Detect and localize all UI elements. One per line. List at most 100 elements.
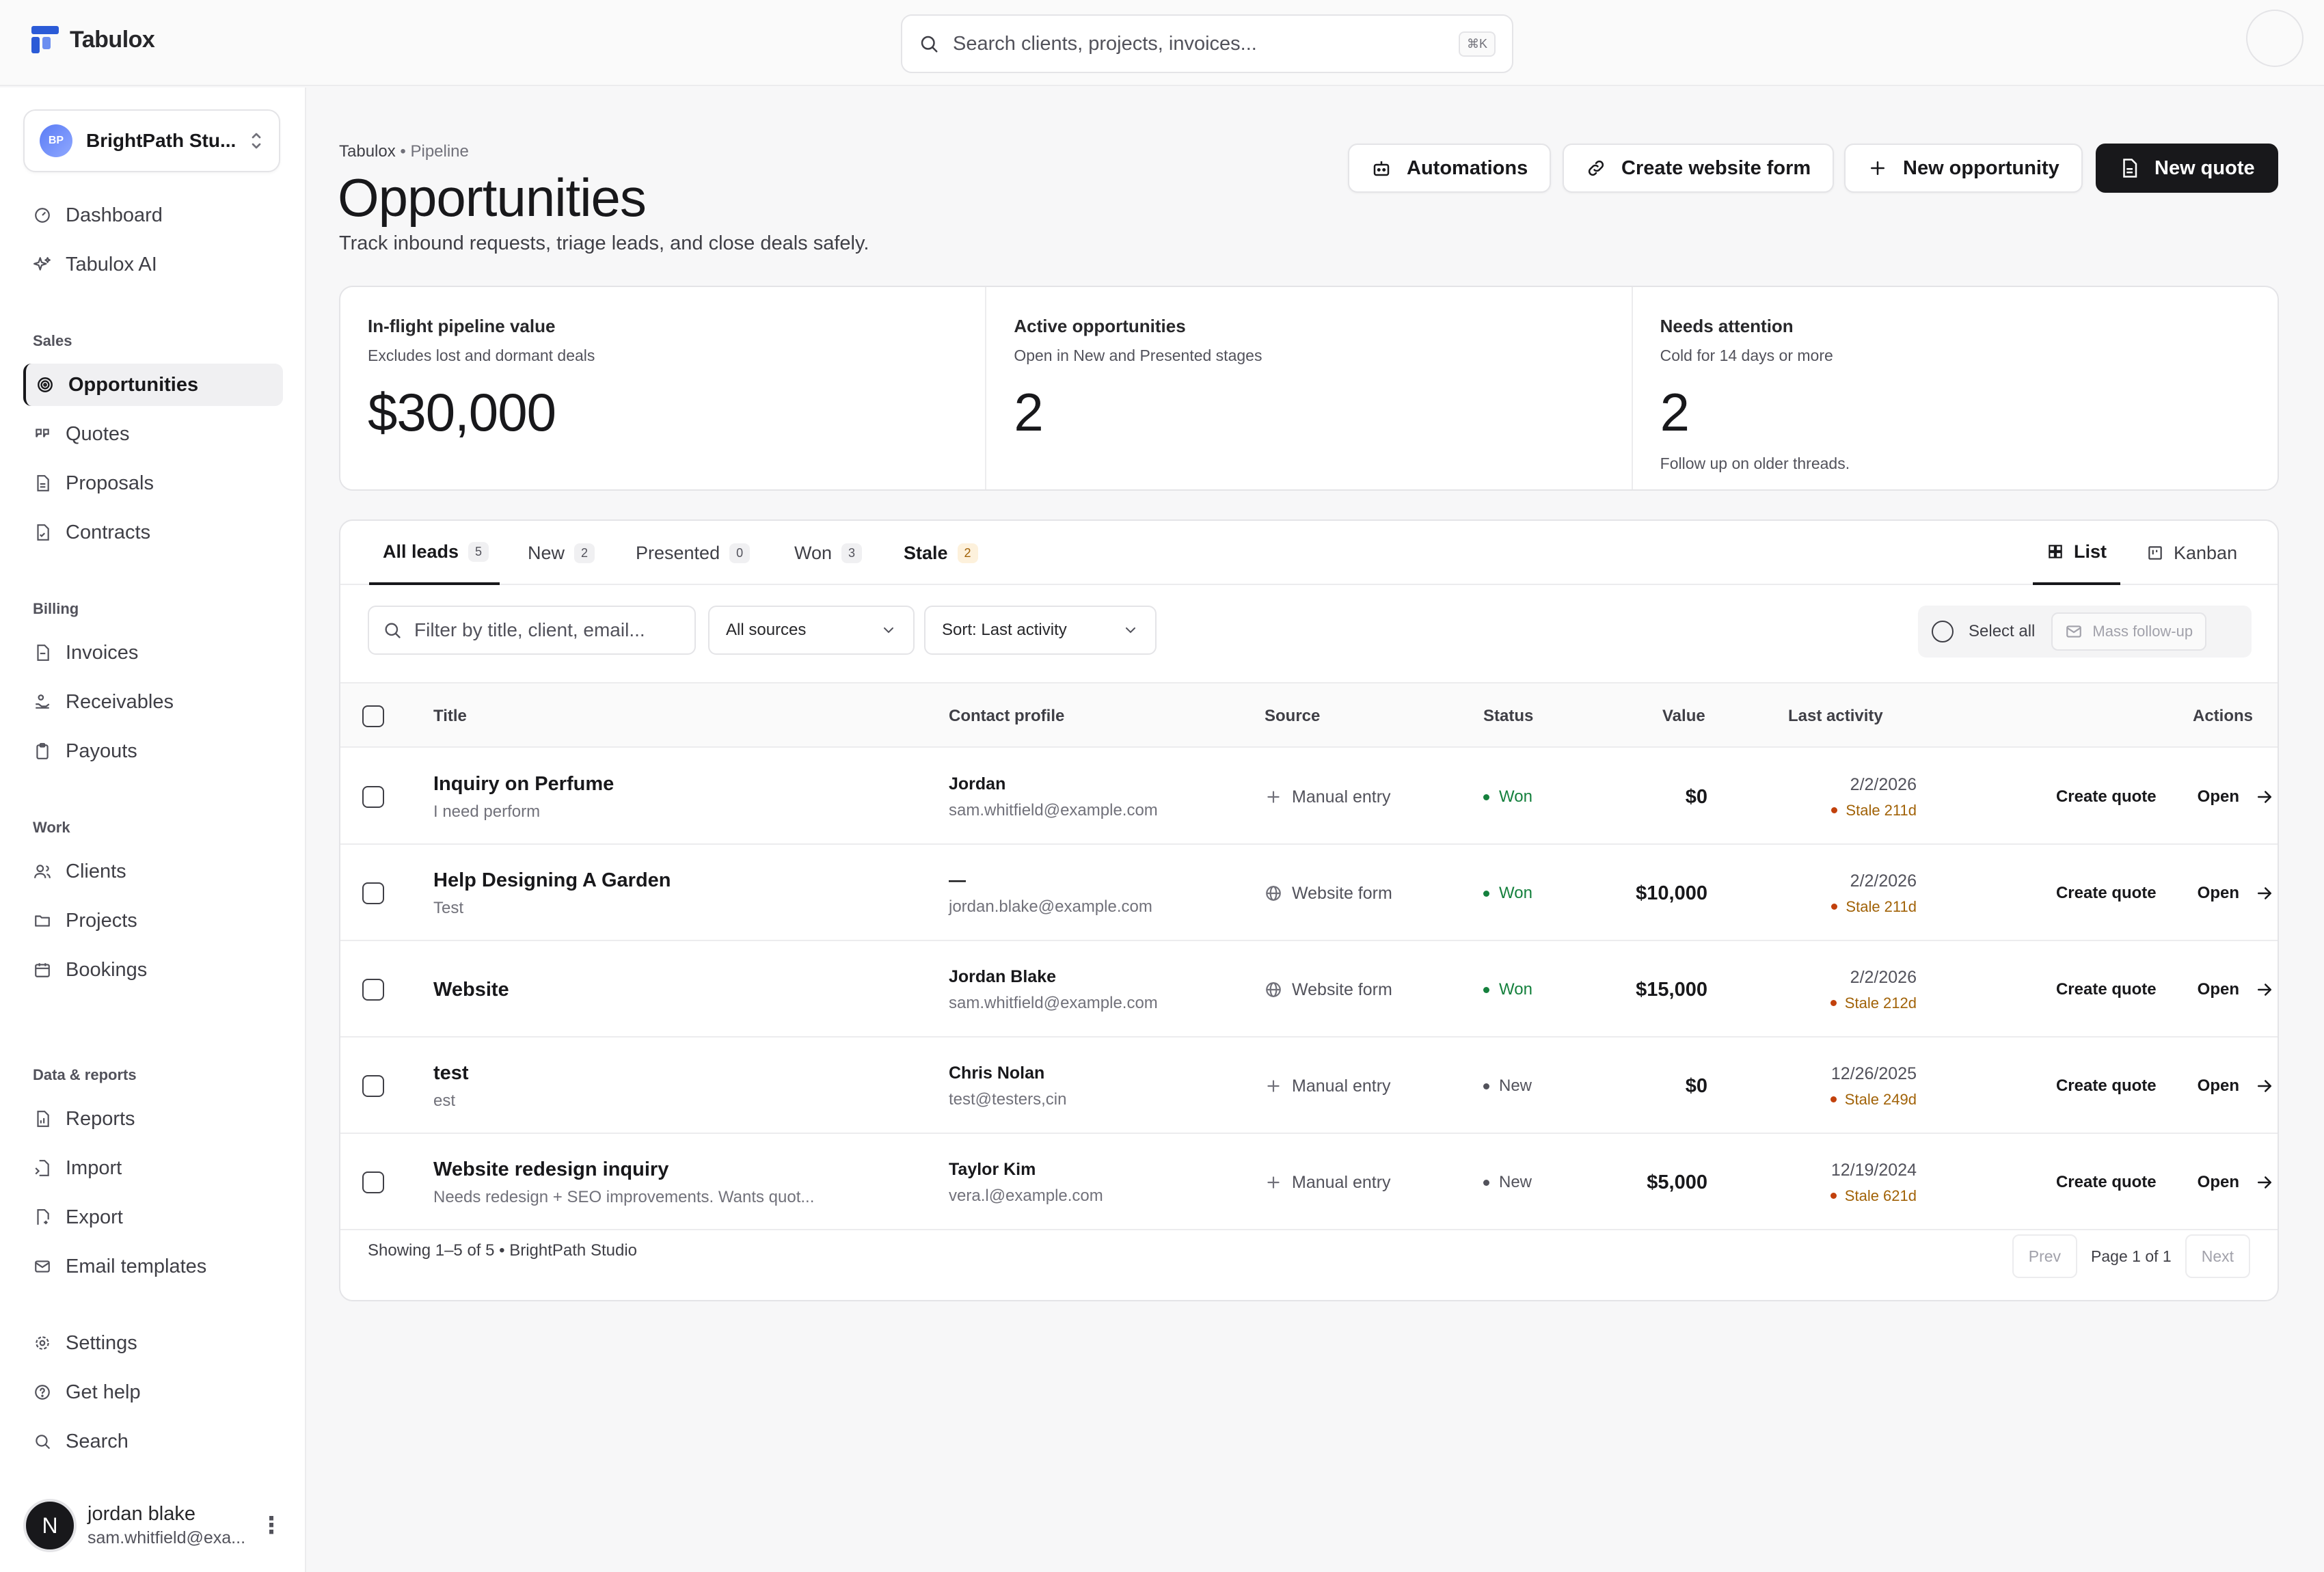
actions-cell: Create quote Open: [1933, 942, 2275, 1038]
arrow-right-icon[interactable]: [2254, 979, 2275, 1000]
row-checkbox[interactable]: [362, 786, 384, 808]
view-list-tab[interactable]: List: [2033, 521, 2121, 585]
create-quote-button[interactable]: Create quote: [2056, 1173, 2157, 1192]
sidebar-item-invoices[interactable]: Invoices: [23, 632, 283, 674]
sidebar-item-quotes[interactable]: Quotes: [23, 413, 283, 455]
sidebar-item-dashboard[interactable]: Dashboard: [23, 194, 283, 236]
table-row[interactable]: test est Chris Nolan test@testers,cin Ma…: [340, 1038, 2278, 1134]
source-select[interactable]: All sources: [708, 606, 915, 655]
stat-value: 2: [1014, 382, 1043, 442]
arrow-right-icon[interactable]: [2254, 883, 2275, 904]
table-row[interactable]: Website Jordan Blake sam.whitfield@examp…: [340, 942, 2278, 1038]
account-avatar[interactable]: [2246, 10, 2303, 67]
sidebar-item-settings[interactable]: Settings: [23, 1322, 283, 1364]
stat-subtitle: Open in New and Presented stages: [1014, 347, 1262, 364]
sidebar-item-export[interactable]: Export: [23, 1196, 283, 1238]
source-cell: Website form: [1265, 942, 1470, 1038]
sidebar-item-email-templates[interactable]: Email templates: [23, 1245, 283, 1288]
header-status[interactable]: Status: [1483, 683, 1533, 749]
open-button[interactable]: Open: [2198, 787, 2239, 807]
header-checkbox[interactable]: [362, 705, 384, 727]
mass-follow-up-button[interactable]: Mass follow-up: [2051, 612, 2207, 651]
tab-count: 2: [574, 543, 595, 563]
create-quote-button[interactable]: Create quote: [2056, 787, 2157, 807]
sidebar-item-payouts[interactable]: Payouts: [23, 730, 283, 772]
arrow-right-icon[interactable]: [2254, 1172, 2275, 1193]
table-row[interactable]: Help Designing A Garden Test — jordan.bl…: [340, 845, 2278, 941]
open-button[interactable]: Open: [2198, 1173, 2239, 1192]
plus-icon: [1265, 788, 1282, 806]
arrow-right-icon[interactable]: [2254, 1076, 2275, 1096]
stat-value: $30,000: [368, 382, 556, 442]
sidebar-item-projects[interactable]: Projects: [23, 899, 283, 942]
global-search[interactable]: Search clients, projects, invoices... ⌘K: [901, 14, 1513, 73]
open-button[interactable]: Open: [2198, 884, 2239, 903]
new-opportunity-button[interactable]: New opportunity: [1844, 144, 2083, 193]
app-logo[interactable]: Tabulox: [31, 26, 155, 53]
breadcrumb-root[interactable]: Tabulox: [339, 142, 396, 161]
more-vertical-icon[interactable]: ⋮: [260, 1512, 283, 1539]
sidebar-item-reports[interactable]: Reports: [23, 1098, 283, 1140]
row-checkbox[interactable]: [362, 1171, 384, 1193]
table-row[interactable]: Inquiry on Perfume I need perform Jordan…: [340, 749, 2278, 845]
sidebar-item-clients[interactable]: Clients: [23, 850, 283, 893]
row-checkbox[interactable]: [362, 882, 384, 904]
open-button[interactable]: Open: [2198, 980, 2239, 999]
opportunity-title[interactable]: Inquiry on Perfume: [433, 773, 912, 796]
user-profile[interactable]: N jordan blake sam.whitfield@exa... ⋮: [23, 1491, 283, 1560]
workspace-switcher[interactable]: BP BrightPath Stu...: [23, 109, 280, 172]
contact-cell: Jordan Blake sam.whitfield@example.com: [949, 942, 1236, 1038]
chevron-up-down-icon: [249, 131, 264, 151]
page-title: Opportunities: [338, 167, 647, 228]
sidebar-item-import[interactable]: Import: [23, 1147, 283, 1189]
opportunity-title[interactable]: Help Designing A Garden: [433, 869, 912, 892]
last-activity-cell: 2/2/2026 Stale 211d: [1707, 845, 1917, 941]
create-website-form-button[interactable]: Create website form: [1563, 144, 1835, 193]
new-quote-button[interactable]: New quote: [2096, 144, 2278, 193]
header-value[interactable]: Value: [1662, 683, 1705, 749]
sidebar-item-contracts[interactable]: Contracts: [23, 511, 283, 554]
opportunity-title[interactable]: Website redesign inquiry: [433, 1158, 912, 1181]
select-all-checkbox[interactable]: [1932, 621, 1954, 642]
header-source[interactable]: Source: [1265, 683, 1320, 749]
tab-presented[interactable]: Presented 0: [636, 521, 751, 585]
opportunity-title[interactable]: Website: [433, 979, 912, 1001]
sidebar-item-get-help[interactable]: Get help: [23, 1371, 283, 1413]
tab-won[interactable]: Won 3: [794, 521, 863, 585]
filter-input[interactable]: Filter by title, client, email...: [368, 606, 696, 655]
sidebar-item-proposals[interactable]: Proposals: [23, 462, 283, 504]
sidebar-item-tabulox-ai[interactable]: Tabulox AI: [23, 243, 283, 286]
header-title[interactable]: Title: [433, 683, 467, 749]
tab-count: 2: [957, 543, 978, 563]
sort-select[interactable]: Sort: Last activity: [924, 606, 1157, 655]
sidebar-item-bookings[interactable]: Bookings: [23, 949, 283, 991]
view-kanban-tab[interactable]: Kanban: [2146, 521, 2237, 585]
automations-button[interactable]: Automations: [1348, 144, 1552, 193]
header-last-activity[interactable]: Last activity: [1788, 683, 1883, 749]
tab-new[interactable]: New 2: [528, 521, 595, 585]
sidebar-item-receivables[interactable]: Receivables: [23, 681, 283, 723]
sidebar-item-label: Payouts: [66, 740, 137, 762]
tab-stale[interactable]: Stale 2: [904, 521, 978, 585]
value-cell: $10,000: [1636, 882, 1707, 904]
stale-badge: Stale 212d: [1830, 994, 1917, 1012]
select-all-label[interactable]: Select all: [1969, 622, 2035, 641]
tab-label: Won: [794, 542, 833, 563]
opportunity-title[interactable]: test: [433, 1062, 912, 1085]
create-quote-button[interactable]: Create quote: [2056, 884, 2157, 903]
status-label: New: [1499, 1076, 1532, 1095]
create-quote-button[interactable]: Create quote: [2056, 1076, 2157, 1096]
tab-all-leads[interactable]: All leads 5: [369, 521, 500, 585]
arrow-right-icon[interactable]: [2254, 787, 2275, 807]
next-button[interactable]: Next: [2185, 1234, 2250, 1278]
row-checkbox[interactable]: [362, 979, 384, 1001]
top-bar: Tabulox Search clients, projects, invoic…: [0, 0, 2324, 86]
contact-name: —: [949, 870, 966, 890]
row-checkbox[interactable]: [362, 1075, 384, 1097]
prev-button[interactable]: Prev: [2012, 1234, 2078, 1278]
header-contact[interactable]: Contact profile: [949, 683, 1064, 749]
sidebar-item-search[interactable]: Search: [23, 1420, 283, 1463]
open-button[interactable]: Open: [2198, 1076, 2239, 1096]
sidebar-item-opportunities[interactable]: Opportunities: [23, 364, 283, 406]
create-quote-button[interactable]: Create quote: [2056, 980, 2157, 999]
